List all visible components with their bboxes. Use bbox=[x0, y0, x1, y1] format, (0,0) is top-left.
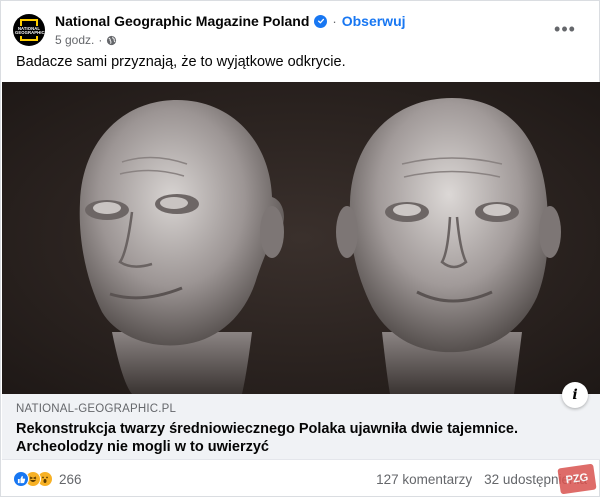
post-timestamp[interactable]: 5 godz. bbox=[55, 33, 94, 47]
post-card: NATIONAL GEOGRAPHIC National Geographic … bbox=[0, 0, 600, 497]
post-image[interactable] bbox=[2, 82, 600, 394]
reaction-count: 266 bbox=[59, 471, 82, 487]
face-reconstruction-image bbox=[79, 98, 561, 394]
verified-badge-icon bbox=[314, 14, 328, 28]
title-separator: · bbox=[332, 13, 337, 29]
post-header: NATIONAL GEOGRAPHIC National Geographic … bbox=[13, 11, 587, 49]
post-meta-row: 5 godz. · bbox=[55, 33, 406, 47]
meta-separator: · bbox=[98, 33, 103, 47]
more-options-icon[interactable]: ••• bbox=[551, 15, 579, 43]
right-head bbox=[336, 98, 561, 394]
reactions-summary[interactable]: 266 bbox=[13, 471, 82, 487]
post-text: Badacze sami przyznają, że to wyjątkowe … bbox=[16, 54, 346, 70]
header-title-row: National Geographic Magazine Poland · Ob… bbox=[55, 13, 406, 29]
like-icon bbox=[13, 471, 29, 487]
header-text: National Geographic Magazine Poland · Ob… bbox=[55, 13, 406, 47]
footer-stats: 127 komentarzy 32 udostępnienia bbox=[364, 472, 587, 487]
page-name-link[interactable]: National Geographic Magazine Poland bbox=[55, 13, 309, 29]
left-head bbox=[79, 100, 284, 394]
watermark-logo: PZG bbox=[557, 463, 597, 495]
avatar-logo-text: NATIONAL GEOGRAPHIC bbox=[15, 25, 45, 37]
link-preview[interactable]: NATIONAL-GEOGRAPHIC.PL Rekonstrukcja twa… bbox=[2, 382, 600, 460]
info-icon[interactable]: i bbox=[562, 382, 588, 408]
follow-button[interactable]: Obserwuj bbox=[342, 13, 406, 29]
link-domain: NATIONAL-GEOGRAPHIC.PL bbox=[16, 403, 177, 415]
page-avatar[interactable]: NATIONAL GEOGRAPHIC bbox=[13, 14, 45, 46]
comments-count[interactable]: 127 komentarzy bbox=[376, 472, 472, 487]
post-footer: 266 127 komentarzy 32 udostępnienia bbox=[13, 467, 587, 491]
link-title[interactable]: Rekonstrukcja twarzy średniowiecznego Po… bbox=[16, 420, 576, 456]
globe-icon[interactable] bbox=[106, 35, 117, 46]
